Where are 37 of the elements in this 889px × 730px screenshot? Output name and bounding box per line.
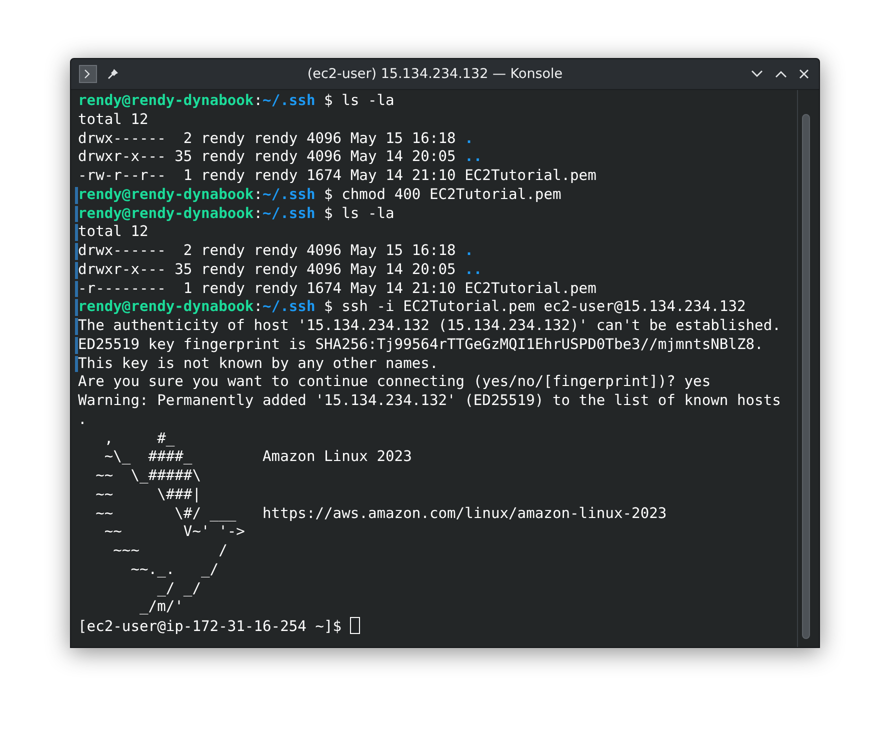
terminal-line: _/m/'	[138, 598, 184, 617]
terminal-line: Warning: Permanently added '15.134.234.132' (ED25519) to the list of known hosts	[78, 392, 782, 411]
terminal-line: The authenticity of host '15.134.234.132 (15.134.234.132)' can't be established.	[78, 317, 797, 336]
terminal-line: .	[78, 410, 88, 430]
terminal-line: drwx------ 2 rendy rendy 4096 May 15 16:18 .	[78, 242, 797, 261]
terminal-line: total 12	[78, 110, 150, 130]
scrollbar[interactable]	[797, 90, 813, 647]
terminal-line: total 12	[78, 223, 797, 242]
terminal-icon[interactable]	[79, 65, 97, 83]
scrollbar-thumb[interactable]	[802, 114, 810, 639]
terminal-line: rendy@rendy-dynabook:~/.ssh $ ls -la	[78, 204, 797, 224]
terminal-line: _/ _/	[156, 580, 202, 598]
terminal-line: [ec2-user@ip-172-31-16-254 ~]$	[78, 617, 797, 637]
terminal-line: rendy@rendy-dynabook:~/.ssh $ ls -la	[78, 92, 396, 111]
window-title: (ec2-user) 15.134.234.132 — Konsole	[306, 66, 564, 82]
terminal-line: drwx------ 2 rendy rendy 4096 May 15 16:18 .	[78, 130, 474, 148]
terminal-line: rendy@rendy-dynabook:~/.ssh $ ssh -i EC2Tutorial.pem ec2-user@15.134.234.132	[78, 298, 797, 317]
terminal-line: ~\_ ####_ Amazon Linux 2023	[103, 448, 413, 467]
terminal-line: -rw-r--r-- 1 rendy rendy 1674 May 14 21:10 EC2Tutorial.pem	[78, 167, 598, 186]
terminal-line: ~~ \#/ ___ https://aws.amazon.com/linux/amazon-linux-2023	[94, 504, 668, 524]
terminal-line: rendy@rendy-dynabook:~/.ssh $ chmod 400 EC2Tutorial.pem	[78, 186, 797, 204]
terminal-line: ~~~ /	[112, 542, 228, 561]
terminal-line: drwxr-x--- 35 rendy rendy 4096 May 14 20:05 ..	[78, 260, 797, 280]
terminal-line: ~~ \_#####\	[94, 467, 202, 486]
close-icon[interactable]	[799, 69, 809, 79]
pin-icon[interactable]	[107, 68, 119, 80]
terminal-line: , #_	[103, 430, 176, 448]
maximize-icon[interactable]	[775, 70, 787, 78]
terminal-line: Are you sure you want to continue connecting (yes/no/[fingerprint])? yes	[78, 373, 712, 392]
terminal-line: -r-------- 1 rendy rendy 1674 May 14 21:10 EC2Tutorial.pem	[78, 280, 797, 298]
terminal-line: This key is not known by any other names.	[78, 354, 797, 374]
terminal-line: ~~ V~' '->	[103, 523, 246, 542]
terminal-line: ~~ \###|	[94, 486, 202, 504]
terminal-line: ED25519 key fingerprint is SHA256:Tj99564rTTGeGzMQI1EhrUSPD0Tbe3//mjmntsNBlZ8.	[78, 336, 797, 354]
minimize-icon[interactable]	[751, 70, 763, 78]
terminal-line: ~~._. _/	[130, 560, 220, 580]
terminal-line: drwxr-x--- 35 rendy rendy 4096 May 14 20:05 ..	[78, 148, 484, 167]
